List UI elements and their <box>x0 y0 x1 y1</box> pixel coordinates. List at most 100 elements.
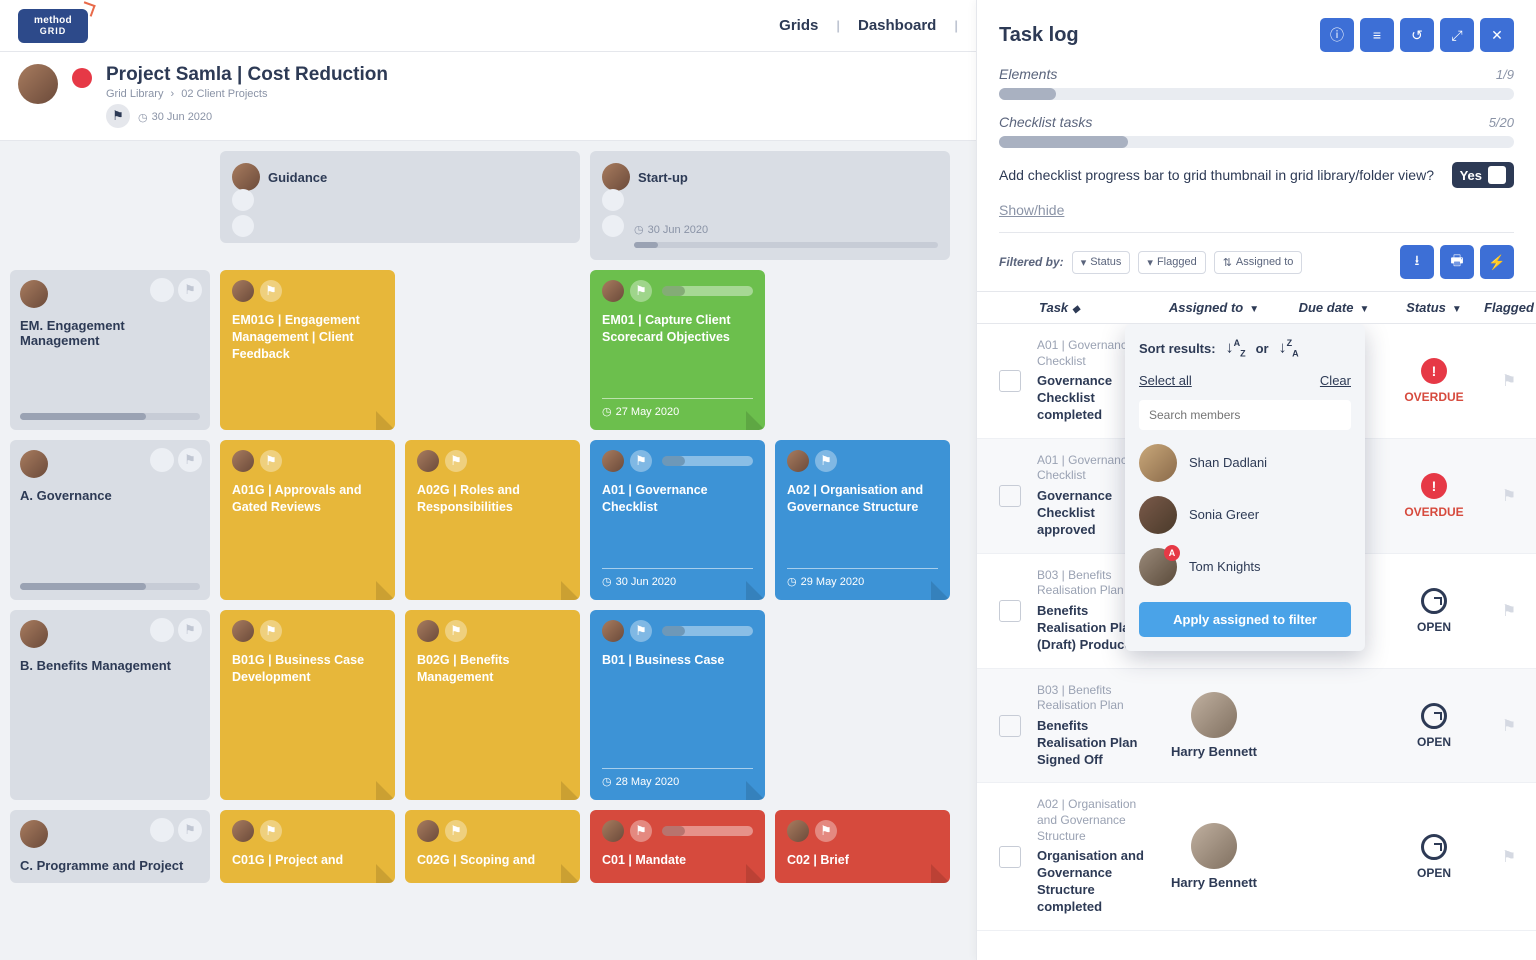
open-icon <box>1421 834 1447 860</box>
task-checkbox[interactable] <box>999 370 1021 392</box>
breadcrumb: Grid Library › 02 Client Projects <box>106 88 388 100</box>
flag-icon: ⚑ <box>630 280 652 302</box>
admin-badge-icon: A <box>1164 545 1180 561</box>
clear-link[interactable]: Clear <box>1320 373 1351 388</box>
task-flag[interactable]: ⚑ <box>1479 601 1536 621</box>
flag-icon: ⚑ <box>630 450 652 472</box>
sort-za-button[interactable]: ↓ZA <box>1279 338 1299 359</box>
project-flag-icon[interactable]: ⚑ <box>106 104 130 128</box>
row-header-a[interactable]: ⚑ A. Governance <box>10 440 210 600</box>
task-flag[interactable]: ⚑ <box>1479 716 1536 736</box>
crumb-library[interactable]: Grid Library <box>106 88 163 100</box>
sort-results-label: Sort results: <box>1139 341 1216 356</box>
col-due[interactable]: Due date <box>1299 300 1354 315</box>
avatar-icon <box>20 450 48 478</box>
thumbnail-toggle[interactable]: Yes <box>1452 162 1514 188</box>
checklist-label: Checklist tasks <box>999 114 1092 130</box>
card-a01[interactable]: ⚑ A01 | Governance Checklist ◷30 Jun 202… <box>590 440 765 600</box>
task-status: OVERDUE <box>1404 505 1463 519</box>
info-button[interactable]: ⓘ <box>1320 18 1354 52</box>
member-option[interactable]: ATom Knights <box>1139 548 1351 586</box>
card-a01g[interactable]: ⚑ A01G | Approvals and Gated Reviews <box>220 440 395 600</box>
open-icon <box>1421 588 1447 614</box>
filter-icon: ▼ <box>1360 304 1370 315</box>
card-date: ◷29 May 2020 <box>787 568 938 588</box>
flag-icon: ⚑ <box>260 280 282 302</box>
apply-filter-button[interactable]: Apply assigned to filter <box>1139 602 1351 637</box>
table-header: Task◆ Assigned to▼ Due date▼ Status▼ Fla… <box>977 291 1536 324</box>
member-option[interactable]: Shan Dadlani <box>1139 444 1351 482</box>
avatar-icon <box>20 820 48 848</box>
row-header-em[interactable]: ⚑ EM. Engagement Management <box>10 270 210 430</box>
col-assigned[interactable]: Assigned to <box>1169 300 1243 315</box>
filter-icon: ▼ <box>1452 304 1462 315</box>
history-button[interactable]: ↺ <box>1400 18 1434 52</box>
task-checkbox[interactable] <box>999 600 1021 622</box>
checklist-progress <box>999 136 1514 148</box>
project-status-dot <box>72 68 92 88</box>
list-button[interactable]: ≡ <box>1360 18 1394 52</box>
task-flag[interactable]: ⚑ <box>1479 371 1536 391</box>
sort-az-button[interactable]: ↓AZ <box>1226 338 1246 359</box>
top-nav: method GRID Grids | Dashboard | <box>0 0 976 52</box>
card-title: A01 | Governance Checklist <box>602 482 753 516</box>
nav-grids[interactable]: Grids <box>761 17 836 34</box>
nav-dashboard[interactable]: Dashboard <box>840 17 954 34</box>
row-header-c[interactable]: ⚑ C. Programme and Project <box>10 810 210 883</box>
filter-chip-flagged[interactable]: ▾Flagged <box>1138 251 1205 274</box>
select-all-link[interactable]: Select all <box>1139 373 1192 388</box>
filter-chip-assigned[interactable]: ⇅Assigned to <box>1214 251 1303 274</box>
bolt-button[interactable]: ⚡ <box>1480 245 1514 279</box>
card-c01g[interactable]: ⚑ C01G | Project and <box>220 810 395 883</box>
card-c01[interactable]: ⚑ C01 | Mandate <box>590 810 765 883</box>
progress-bar <box>634 242 938 248</box>
task-flag[interactable]: ⚑ <box>1479 847 1536 867</box>
task-row[interactable]: A02 | Organisation and Governance Struct… <box>977 783 1536 930</box>
card-em01[interactable]: ⚑ EM01 | Capture Client Scorecard Object… <box>590 270 765 430</box>
task-flag[interactable]: ⚑ <box>1479 486 1536 506</box>
member-option[interactable]: Sonia Greer <box>1139 496 1351 534</box>
print-button[interactable]: 🖶 <box>1440 245 1474 279</box>
col-header-startup[interactable]: Start-up ◷30 Jun 2020 <box>590 151 950 260</box>
show-hide-link[interactable]: Show/hide <box>977 202 1536 232</box>
card-b01g[interactable]: ⚑ B01G | Business Case Development <box>220 610 395 800</box>
card-c02g[interactable]: ⚑ C02G | Scoping and <box>405 810 580 883</box>
row-header-b[interactable]: ⚑ B. Benefits Management <box>10 610 210 800</box>
project-title: Project Samla | Cost Reduction <box>106 64 388 86</box>
card-title: B02G | Benefits Management <box>417 652 568 686</box>
card-b01[interactable]: ⚑ B01 | Business Case ◷28 May 2020 <box>590 610 765 800</box>
task-checkbox[interactable] <box>999 846 1021 868</box>
search-members-input[interactable] <box>1139 400 1351 430</box>
close-button[interactable]: ✕ <box>1480 18 1514 52</box>
circle-icon <box>150 818 174 842</box>
clock-icon: ◷ <box>634 223 644 236</box>
grid-area: Guidance Start-up ◷30 Jun 2020 <box>0 141 976 960</box>
card-progress <box>662 456 753 466</box>
task-checkbox[interactable] <box>999 715 1021 737</box>
task-row[interactable]: B03 | Benefits Realisation PlanBenefits … <box>977 669 1536 784</box>
col-status[interactable]: Status <box>1406 300 1446 315</box>
card-title: A02 | Organisation and Governance Struct… <box>787 482 938 516</box>
card-progress <box>662 286 753 296</box>
download-button[interactable]: ⭳ <box>1400 245 1434 279</box>
project-owner-avatar[interactable] <box>18 64 58 104</box>
card-date: ◷28 May 2020 <box>602 768 753 788</box>
expand-button[interactable]: ⤢ <box>1440 18 1474 52</box>
card-c02[interactable]: ⚑ C02 | Brief <box>775 810 950 883</box>
task-checkbox[interactable] <box>999 485 1021 507</box>
crumb-folder[interactable]: 02 Client Projects <box>181 88 267 100</box>
col-task[interactable]: Task <box>1039 300 1068 315</box>
card-title: EM01G | Engagement Management | Client F… <box>232 312 383 363</box>
card-date: ◷27 May 2020 <box>602 398 753 418</box>
card-em01g[interactable]: ⚑ EM01G | Engagement Management | Client… <box>220 270 395 430</box>
card-title: C01G | Project and <box>232 852 383 869</box>
logo[interactable]: method GRID <box>18 9 88 43</box>
flag-icon: ⚑ <box>260 620 282 642</box>
col-flagged[interactable]: Flagged <box>1484 300 1534 315</box>
card-a02g[interactable]: ⚑ A02G | Roles and Responsibilities <box>405 440 580 600</box>
card-a02[interactable]: ⚑ A02 | Organisation and Governance Stru… <box>775 440 950 600</box>
filter-chip-status[interactable]: ▾Status <box>1072 251 1131 274</box>
card-b02g[interactable]: ⚑ B02G | Benefits Management <box>405 610 580 800</box>
col-header-guidance[interactable]: Guidance <box>220 151 580 243</box>
project-header: Project Samla | Cost Reduction Grid Libr… <box>0 52 976 141</box>
